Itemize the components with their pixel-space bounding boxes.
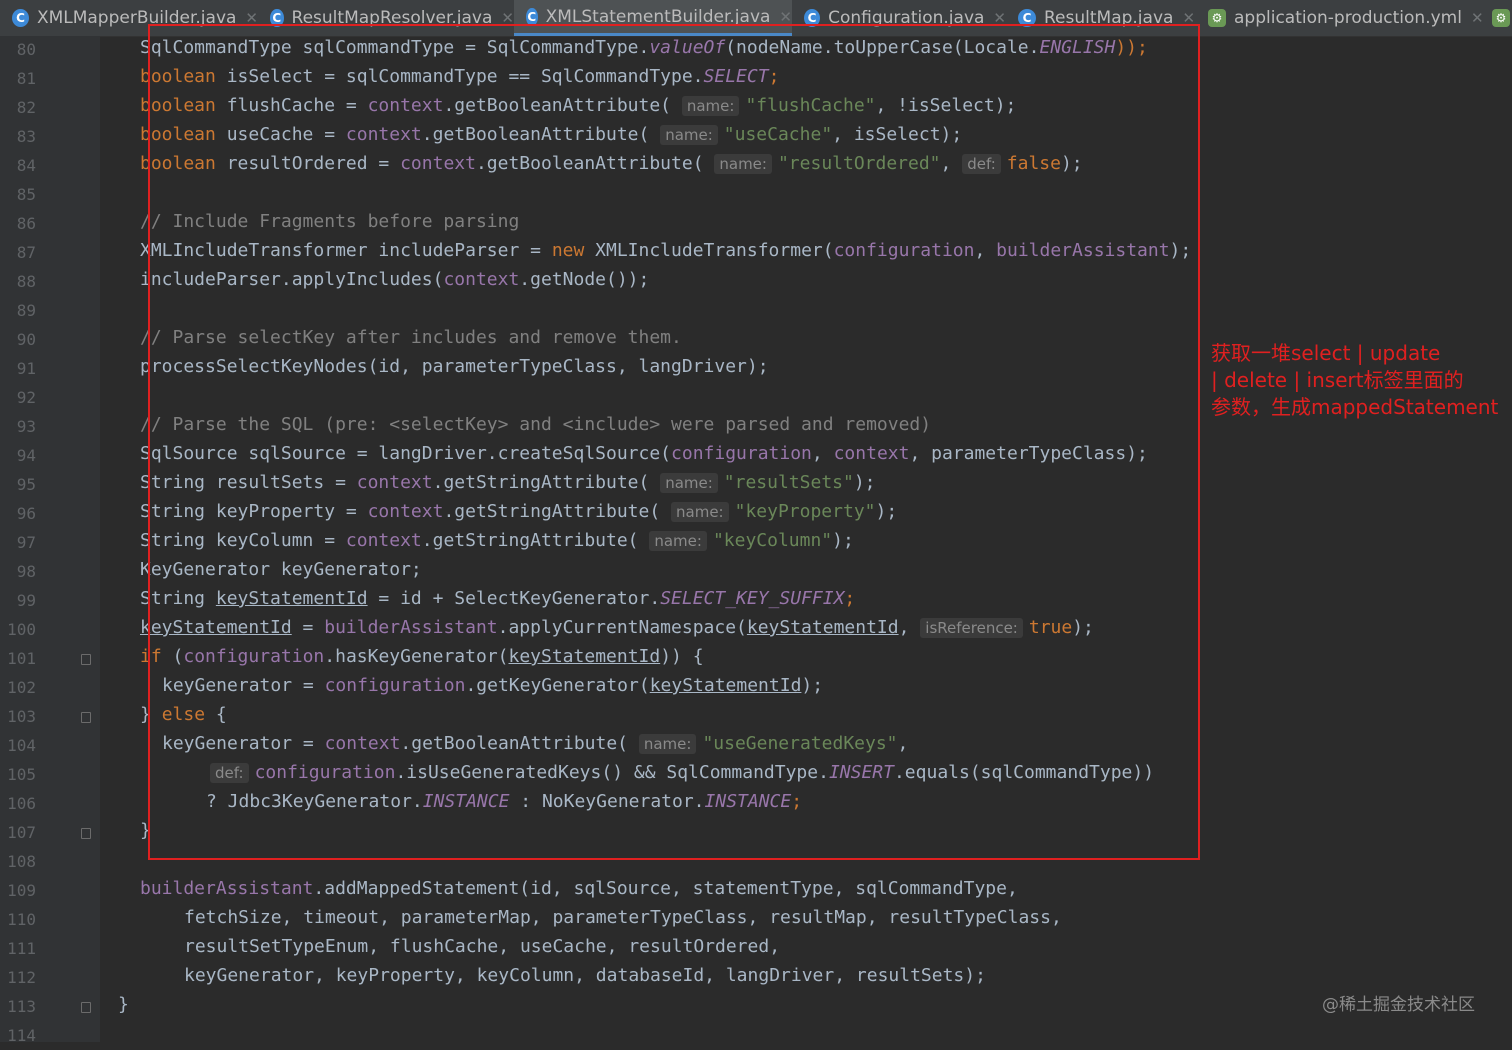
watermark: @稀土掘金技术社区 (1322, 995, 1475, 1015)
line-number: 82 (16, 98, 36, 117)
line-number: 112 (7, 968, 36, 987)
yaml-file-icon: ⚙ (1208, 9, 1226, 27)
line-number: 108 (7, 852, 36, 871)
tab-label: application-production.yml (1234, 8, 1462, 28)
code-line: resultSetTypeEnum, flushCache, useCache,… (184, 936, 781, 957)
line-number: 106 (7, 794, 36, 813)
code-line: } (118, 994, 129, 1015)
line-number: 95 (16, 475, 36, 494)
line-number: 80 (16, 40, 36, 59)
line-number: 109 (7, 881, 36, 900)
line-number: 99 (16, 591, 36, 610)
line-number: 100 (7, 620, 36, 639)
line-number: 101 (7, 649, 36, 668)
line-number: 90 (16, 330, 36, 349)
close-icon[interactable]: ✕ (1471, 9, 1484, 27)
line-number: 87 (16, 243, 36, 262)
yaml-file-icon: ⚙ (1492, 9, 1510, 27)
line-number: 114 (7, 1026, 36, 1045)
fold-marker-icon[interactable] (81, 828, 91, 839)
line-number: 85 (16, 185, 36, 204)
line-number: 113 (7, 997, 36, 1016)
annotation-line: 获取一堆select | update (1211, 341, 1441, 365)
close-icon[interactable]: ✕ (779, 8, 792, 26)
code-line: keyGenerator, keyProperty, keyColumn, da… (184, 965, 986, 986)
line-number: 92 (16, 388, 36, 407)
line-number: 91 (16, 359, 36, 378)
line-number: 111 (7, 939, 36, 958)
line-number: 88 (16, 272, 36, 291)
annotation-line: 参数，生成mappedStatement (1211, 395, 1499, 419)
java-class-icon: C (526, 7, 538, 26)
line-number: 110 (7, 910, 36, 929)
annotation-line: | delete | insert标签里面的 (1211, 368, 1464, 392)
code-line: fetchSize, timeout, parameterMap, parame… (184, 907, 1062, 928)
line-number: 83 (16, 127, 36, 146)
fold-marker-icon[interactable] (81, 654, 91, 665)
code-line: builderAssistant.addMappedStatement(id, … (140, 878, 1018, 899)
line-number-gutter: 80 81 82 83 84 85 86 87 88 89 90 91 92 9… (0, 36, 100, 1045)
line-number: 103 (7, 707, 36, 726)
fold-marker-icon[interactable] (81, 1002, 91, 1013)
line-number: 96 (16, 504, 36, 523)
line-number: 107 (7, 823, 36, 842)
line-number: 89 (16, 301, 36, 320)
line-number: 102 (7, 678, 36, 697)
tab-application-production-yml[interactable]: ⚙ application-production.yml ✕ (1196, 0, 1486, 36)
line-number: 84 (16, 156, 36, 175)
line-number: 81 (16, 69, 36, 88)
highlight-box (148, 24, 1200, 860)
line-number: 97 (16, 533, 36, 552)
tab-overflow[interactable]: ⚙ (1486, 0, 1512, 36)
java-class-icon: C (12, 9, 29, 27)
line-number: 104 (7, 736, 36, 755)
line-number: 105 (7, 765, 36, 784)
line-number: 94 (16, 446, 36, 465)
line-number: 93 (16, 417, 36, 436)
annotation-note: 获取一堆select | update | delete | insert标签里… (1211, 340, 1511, 421)
fold-marker-icon[interactable] (81, 712, 91, 723)
line-number: 98 (16, 562, 36, 581)
line-number: 86 (16, 214, 36, 233)
